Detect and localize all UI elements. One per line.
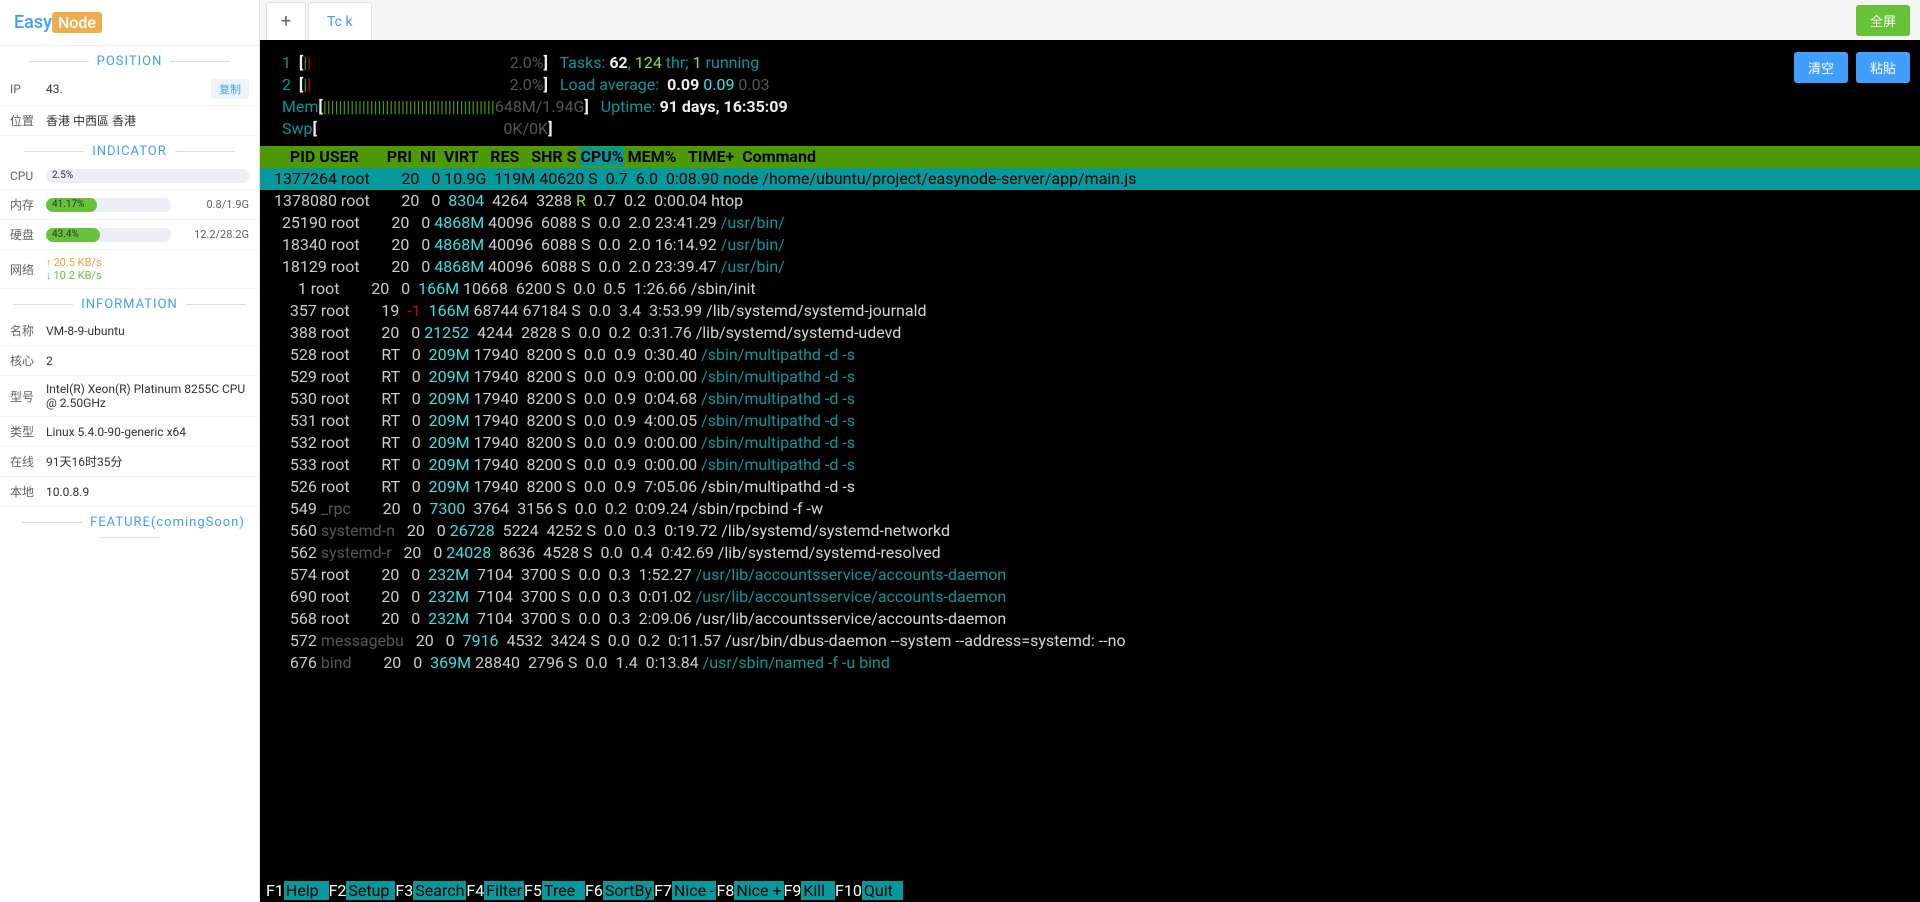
cpu-pct: 2.5%: [52, 169, 73, 183]
table-row[interactable]: 676 bind 20 0 369M 28840 2796 S 0.0 1.4 …: [260, 652, 1920, 674]
tabbar: + Tc k: [260, 0, 1920, 40]
row-mem: 内存 41.17% 0.8/1.9G: [0, 190, 259, 220]
table-row[interactable]: 549 _rpc 20 0 7300 3764 3156 S 0.0 0.2 0…: [260, 498, 1920, 520]
table-row[interactable]: 357 root 19 -1 166M 68744 67184 S 0.0 3.…: [260, 300, 1920, 322]
net-label: 网络: [10, 261, 46, 278]
terminal-controls: 清空 粘貼: [1794, 52, 1910, 83]
row-cpu: CPU 2.5%: [0, 163, 259, 190]
paste-button[interactable]: 粘貼: [1856, 52, 1910, 83]
section-indicator: INDICATOR: [0, 136, 259, 163]
terminal[interactable]: 1 [|| 2.0%] Tasks: 62, 124 thr; 1 runnin…: [260, 40, 1920, 902]
table-row[interactable]: 690 root 20 0 232M 7104 3700 S 0.0 0.3 0…: [260, 586, 1920, 608]
mem-label: 内存: [10, 196, 46, 213]
table-header[interactable]: PID USER PRI NI VIRT RES SHR S CPU% MEM%…: [260, 146, 1920, 168]
arrow-up-icon: ↑: [46, 256, 52, 269]
row-location: 位置 香港 中西區 香港: [0, 106, 259, 136]
logo-part2: Node: [52, 12, 102, 33]
table-row[interactable]: 530 root RT 0 209M 17940 8200 S 0.0 0.9 …: [260, 388, 1920, 410]
row-cores: 核心2: [0, 346, 259, 376]
loc-value: 香港 中西區 香港: [46, 112, 249, 129]
main: + Tc k 全屏 清空 粘貼 1 [|| 2.0%] Tasks: 62, 1…: [260, 0, 1920, 902]
table-row[interactable]: 528 root RT 0 209M 17940 8200 S 0.0 0.9 …: [260, 344, 1920, 366]
cpu1-meter: 1 [|| 2.0%] Tasks: 62, 124 thr; 1 runnin…: [260, 52, 1920, 74]
table-row[interactable]: 572 messagebu 20 0 7916 4532 3424 S 0.0 …: [260, 630, 1920, 652]
fullscreen-button[interactable]: 全屏: [1856, 5, 1910, 36]
add-tab-button[interactable]: +: [266, 2, 306, 40]
cpu-bar: 2.5%: [46, 169, 249, 183]
logo-part1: Easy: [14, 12, 52, 33]
table-row[interactable]: 388 root 20 0 21252 4244 2828 S 0.0 0.2 …: [260, 322, 1920, 344]
table-row[interactable]: 25190 root 20 0 4868M 40096 6088 S 0.0 2…: [260, 212, 1920, 234]
table-row[interactable]: 560 systemd-n 20 0 26728 5224 4252 S 0.0…: [260, 520, 1920, 542]
table-row[interactable]: 18129 root 20 0 4868M 40096 6088 S 0.0 2…: [260, 256, 1920, 278]
mem-meter: Mem[||||||||||||||||||||||||||||||||||||…: [260, 96, 1920, 118]
mem-pct: 41.17%: [52, 198, 84, 212]
tab-active[interactable]: Tc k: [308, 2, 372, 40]
table-row[interactable]: 574 root 20 0 232M 7104 3700 S 0.0 0.3 1…: [260, 564, 1920, 586]
fn-footer[interactable]: F1Help F2Setup F3SearchF4FilterF5Tree F6…: [260, 880, 1920, 902]
ip-value: 43.: [46, 82, 211, 96]
table-row[interactable]: 531 root RT 0 209M 17940 8200 S 0.0 0.9 …: [260, 410, 1920, 432]
arrow-down-icon: ↓: [46, 269, 52, 282]
disk-bar: 43.4%: [46, 228, 171, 242]
row-local: 本地10.0.8.9: [0, 477, 259, 507]
net-up: ↑20.5 KB/s: [46, 256, 249, 269]
table-row[interactable]: 562 systemd-r 20 0 24028 8636 4528 S 0.0…: [260, 542, 1920, 564]
ip-label: IP: [10, 82, 46, 96]
section-position: POSITION: [0, 46, 259, 73]
row-online: 在线91天16时35分: [0, 447, 259, 477]
sidebar: EasyNode POSITION IP 43. 复制 位置 香港 中西區 香港…: [0, 0, 260, 902]
row-ip: IP 43. 复制: [0, 73, 259, 106]
row-name: 名称VM-8-9-ubuntu: [0, 316, 259, 346]
cpu2-meter: 2 [|| 2.0%] Load average: 0.09 0.09 0.03: [260, 74, 1920, 96]
swp-meter: Swp[ 0K/0K]: [260, 118, 1920, 140]
loc-label: 位置: [10, 112, 46, 129]
disk-label: 硬盘: [10, 226, 46, 243]
row-disk: 硬盘 43.4% 12.2/28.2G: [0, 220, 259, 250]
row-type: 类型Linux 5.4.0-90-generic x64: [0, 417, 259, 447]
table-row[interactable]: 529 root RT 0 209M 17940 8200 S 0.0 0.9 …: [260, 366, 1920, 388]
table-row[interactable]: 568 root 20 0 232M 7104 3700 S 0.0 0.3 2…: [260, 608, 1920, 630]
mem-bar: 41.17%: [46, 198, 171, 212]
disk-right: 12.2/28.2G: [179, 228, 249, 241]
mem-right: 0.8/1.9G: [179, 198, 249, 211]
table-row[interactable]: 1377264 root 20 0 10.9G 119M 40620 S 0.7…: [260, 168, 1920, 190]
clear-button[interactable]: 清空: [1794, 52, 1848, 83]
disk-pct: 43.4%: [52, 228, 79, 242]
table-row[interactable]: 1 root 20 0 166M 10668 6200 S 0.0 0.5 1:…: [260, 278, 1920, 300]
section-feature: FEATURE(comingSoon): [0, 507, 259, 549]
net-down: ↓10.2 KB/s: [46, 269, 249, 282]
table-row[interactable]: 1378080 root 20 0 8304 4264 3288 R 0.7 0…: [260, 190, 1920, 212]
process-table: PID USER PRI NI VIRT RES SHR S CPU% MEM%…: [260, 146, 1920, 674]
table-row[interactable]: 526 root RT 0 209M 17940 8200 S 0.0 0.9 …: [260, 476, 1920, 498]
table-row[interactable]: 532 root RT 0 209M 17940 8200 S 0.0 0.9 …: [260, 432, 1920, 454]
section-information: INFORMATION: [0, 289, 259, 316]
table-row[interactable]: 18340 root 20 0 4868M 40096 6088 S 0.0 2…: [260, 234, 1920, 256]
cpu-label: CPU: [10, 169, 46, 183]
row-model: 型号Intel(R) Xeon(R) Platinum 8255C CPU @ …: [0, 376, 259, 417]
logo: EasyNode: [0, 0, 259, 46]
row-net: 网络 ↑20.5 KB/s ↓10.2 KB/s: [0, 250, 259, 289]
copy-button[interactable]: 复制: [211, 79, 249, 99]
table-row[interactable]: 533 root RT 0 209M 17940 8200 S 0.0 0.9 …: [260, 454, 1920, 476]
